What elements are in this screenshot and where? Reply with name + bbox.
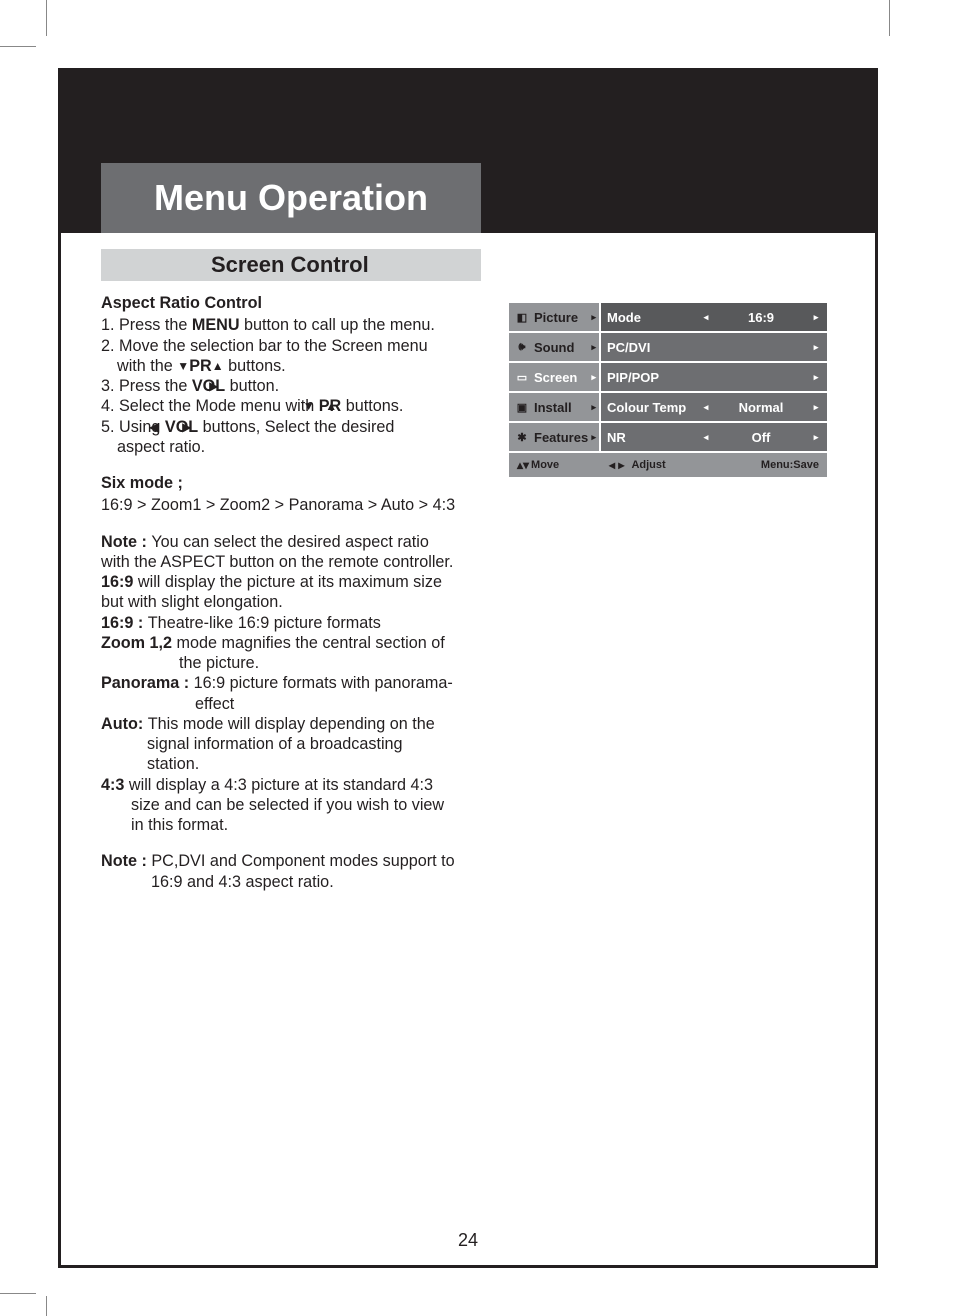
sound-icon: 🕪 <box>513 339 531 355</box>
section-title: Screen Control <box>101 249 481 281</box>
osd-footer: ▴▾Move ◂ ▸ Adjust Menu:Save <box>509 453 827 477</box>
features-icon: ✱ <box>513 429 531 445</box>
picture-icon: ◧ <box>513 309 531 325</box>
page-frame: Menu Operation Screen Control Aspect Rat… <box>58 68 878 1268</box>
osd-row-pippop[interactable]: PIP/POP ▸ <box>601 363 827 391</box>
osd-row-colourtemp[interactable]: Colour Temp ◂ Normal ▸ <box>601 393 827 421</box>
osd-cat-sound[interactable]: 🕪 Sound▸ <box>509 333 601 361</box>
page-number: 24 <box>61 1230 875 1251</box>
osd-cat-install[interactable]: ▣ Install▸ <box>509 393 601 421</box>
osd-cat-picture[interactable]: ◧ Picture▸ <box>509 303 601 331</box>
osd-cat-screen[interactable]: ▭ Screen▸ <box>509 363 601 391</box>
osd-row-nr[interactable]: NR ◂ Off ▸ <box>601 423 827 451</box>
body-text: Aspect Ratio Control 1. Press the MENU b… <box>101 293 491 892</box>
osd-row-mode[interactable]: Mode ◂ 16:9 ▸ <box>601 303 827 331</box>
osd-cat-features[interactable]: ✱ Features▸ <box>509 423 601 451</box>
sixmode-list: 16:9 > Zoom1 > Zoom2 > Panorama > Auto >… <box>101 495 491 515</box>
sixmode-heading: Six mode ; <box>101 473 491 493</box>
down-triangle-icon: ▼ <box>177 359 189 374</box>
osd-row-pcdvi[interactable]: PC/DVI ▸ <box>601 333 827 361</box>
osd-menu: ◧ Picture▸ Mode ◂ 16:9 ▸ 🕪 Sound▸ PC/DVI… <box>509 303 827 477</box>
aspect-heading: Aspect Ratio Control <box>101 293 491 313</box>
screen-icon: ▭ <box>513 369 531 385</box>
install-icon: ▣ <box>513 399 531 415</box>
page-title: Menu Operation <box>101 163 481 233</box>
up-triangle-icon: ▲ <box>212 359 224 374</box>
